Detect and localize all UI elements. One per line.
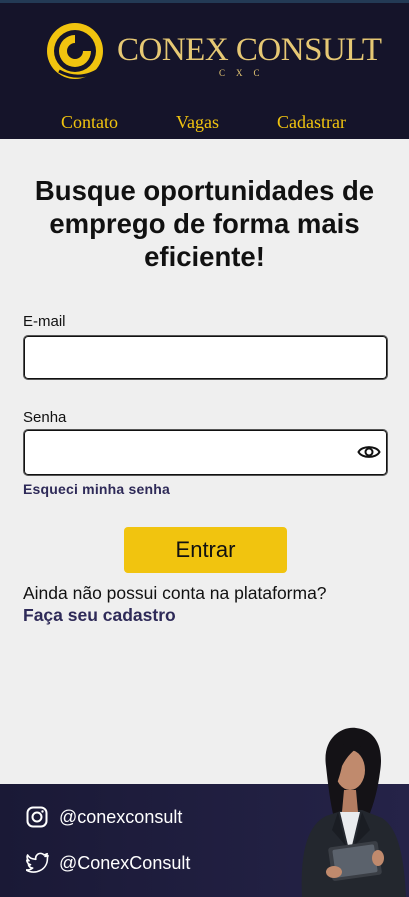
nav-contato[interactable]: Contato xyxy=(61,112,118,133)
forgot-password-link[interactable]: Esqueci minha senha xyxy=(23,481,170,497)
login-button[interactable]: Entrar xyxy=(124,527,287,573)
nav-cadastrar[interactable]: Cadastrar xyxy=(277,112,346,133)
page-title: Busque oportunidades de emprego de forma… xyxy=(34,175,375,272)
nav-vagas[interactable]: Vagas xyxy=(176,112,219,133)
signup-link[interactable]: Faça seu cadastro xyxy=(23,605,176,626)
brand-logo[interactable]: CONEX CONSULT CXC xyxy=(45,21,382,87)
businesswoman-illustration xyxy=(301,727,406,897)
eye-icon[interactable] xyxy=(357,441,381,463)
twitter-link[interactable]: @ConexConsult xyxy=(26,852,226,876)
brand-tagline: CXC xyxy=(219,68,271,78)
brand-name: CONEX CONSULT xyxy=(117,32,382,68)
instagram-icon xyxy=(26,806,48,828)
instagram-handle: @conexconsult xyxy=(59,807,183,827)
email-field[interactable] xyxy=(23,335,388,380)
password-field[interactable] xyxy=(23,429,388,476)
site-header: CONEX CONSULT CXC Contato Vagas Cadastra… xyxy=(0,0,409,139)
main-nav: Contato Vagas Cadastrar xyxy=(0,112,409,136)
logo-mark-icon xyxy=(47,23,104,79)
email-label: E-mail xyxy=(23,313,66,330)
password-label: Senha xyxy=(23,409,67,426)
instagram-link[interactable]: @conexconsult xyxy=(26,806,226,830)
twitter-handle: @ConexConsult xyxy=(59,853,191,873)
twitter-icon xyxy=(26,852,49,873)
no-account-text: Ainda não possui conta na plataforma? xyxy=(23,583,327,603)
